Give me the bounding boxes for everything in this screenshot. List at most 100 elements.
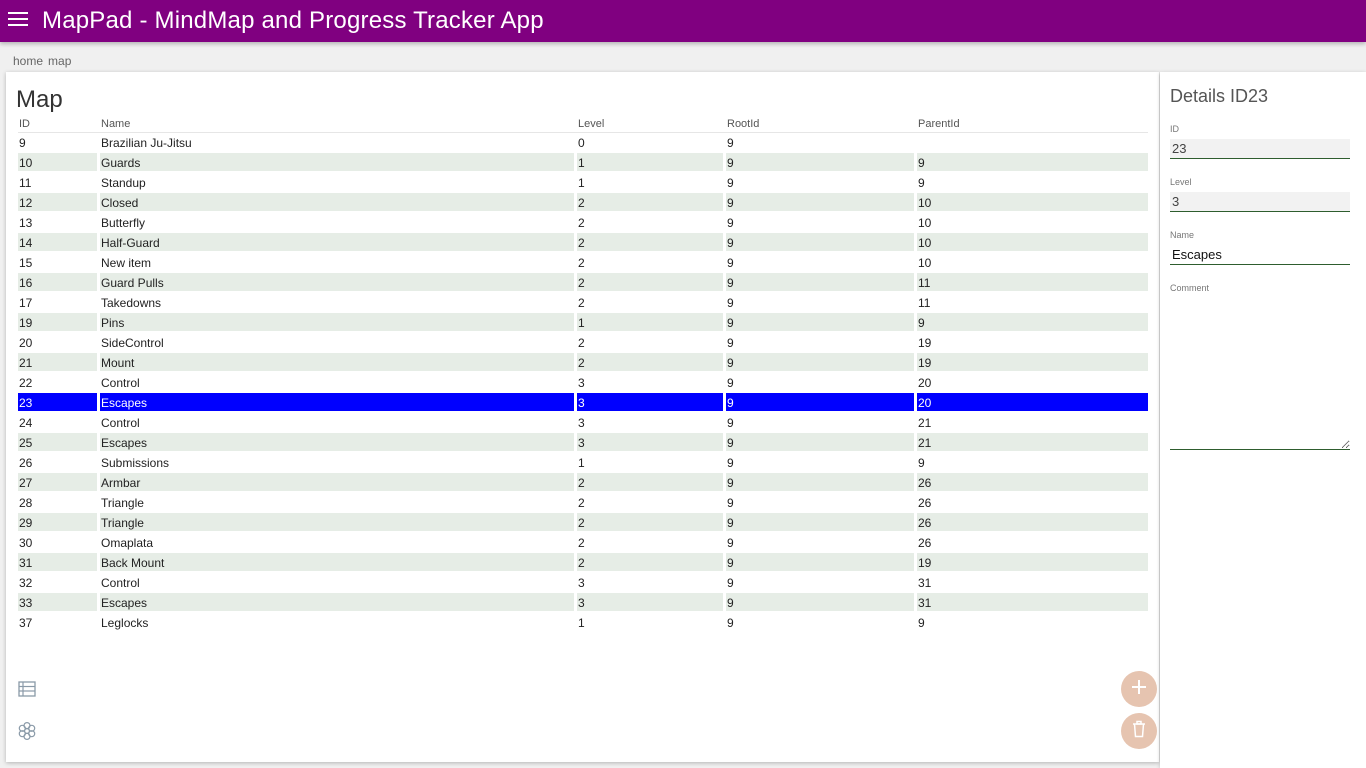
cell-rootid: 9: [726, 553, 917, 573]
cell-parentid: 9: [917, 613, 1148, 633]
table-row[interactable]: 9 Brazilian Ju-Jitsu 0 9: [18, 133, 1148, 153]
cell-parentid: 10: [917, 193, 1148, 213]
table-row[interactable]: 30 Omaplata 2 9 26: [18, 533, 1148, 553]
cell-level: 3: [577, 593, 726, 613]
cell-level: 2: [577, 193, 726, 213]
table-row[interactable]: 26 Submissions 1 9 9: [18, 453, 1148, 473]
cell-parentid: 9: [917, 313, 1148, 333]
cell-name: Mount: [100, 353, 577, 373]
cell-rootid: 9: [726, 213, 917, 233]
cell-name: Control: [100, 373, 577, 393]
cell-rootid: 9: [726, 133, 917, 153]
cell-id: 26: [18, 453, 100, 473]
table-row[interactable]: 20 SideControl 2 9 19: [18, 333, 1148, 353]
table-row[interactable]: 37 Leglocks 1 9 9: [18, 613, 1148, 633]
table-row[interactable]: 10 Guards 1 9 9: [18, 153, 1148, 173]
cell-parentid: 11: [917, 293, 1148, 313]
menu-button[interactable]: [0, 0, 36, 42]
mindmap-view-button[interactable]: [17, 721, 37, 741]
table-row[interactable]: 13 Butterfly 2 9 10: [18, 213, 1148, 233]
column-header-parentid[interactable]: ParentId: [917, 116, 1148, 133]
cell-level: 0: [577, 133, 726, 153]
add-item-button[interactable]: [1121, 671, 1157, 707]
table-row[interactable]: 28 Triangle 2 9 26: [18, 493, 1148, 513]
column-header-level[interactable]: Level: [577, 116, 726, 133]
cell-name: Escapes: [100, 433, 577, 453]
cell-name: Closed: [100, 193, 577, 213]
name-field[interactable]: [1170, 245, 1350, 265]
cell-level: 1: [577, 153, 726, 173]
table-row[interactable]: 22 Control 3 9 20: [18, 373, 1148, 393]
cell-level: 2: [577, 253, 726, 273]
cell-parentid: 9: [917, 453, 1148, 473]
table-row[interactable]: 33 Escapes 3 9 31: [18, 593, 1148, 613]
cell-level: 2: [577, 473, 726, 493]
cell-name: Guards: [100, 153, 577, 173]
column-header-rootid[interactable]: RootId: [726, 116, 917, 133]
cell-level: 2: [577, 273, 726, 293]
table-row[interactable]: 24 Control 3 9 21: [18, 413, 1148, 433]
cell-level: 1: [577, 313, 726, 333]
level-field[interactable]: [1170, 192, 1350, 212]
cell-name: Butterfly: [100, 213, 577, 233]
delete-item-button[interactable]: [1121, 713, 1157, 749]
id-field[interactable]: [1170, 139, 1350, 159]
column-header-id[interactable]: ID: [18, 116, 100, 133]
table-row[interactable]: 29 Triangle 2 9 26: [18, 513, 1148, 533]
trash-icon: [1129, 719, 1149, 744]
cell-name: Standup: [100, 173, 577, 193]
cell-level: 3: [577, 373, 726, 393]
cell-id: 9: [18, 133, 100, 153]
cell-id: 10: [18, 153, 100, 173]
cell-id: 14: [18, 233, 100, 253]
cell-name: Armbar: [100, 473, 577, 493]
cell-parentid: 26: [917, 533, 1148, 553]
table-row[interactable]: 19 Pins 1 9 9: [18, 313, 1148, 333]
table-row[interactable]: 21 Mount 2 9 19: [18, 353, 1148, 373]
table-row[interactable]: 32 Control 3 9 31: [18, 573, 1148, 593]
cell-rootid: 9: [726, 173, 917, 193]
cell-parentid: 19: [917, 353, 1148, 373]
table-row[interactable]: 11 Standup 1 9 9: [18, 173, 1148, 193]
table-row[interactable]: 25 Escapes 3 9 21: [18, 433, 1148, 453]
cell-rootid: 9: [726, 433, 917, 453]
list-view-button[interactable]: [17, 679, 37, 699]
cell-name: Triangle: [100, 513, 577, 533]
cell-rootid: 9: [726, 593, 917, 613]
breadcrumb-map[interactable]: map: [48, 54, 71, 68]
cell-rootid: 9: [726, 233, 917, 253]
cell-parentid: 10: [917, 213, 1148, 233]
cell-id: 22: [18, 373, 100, 393]
table-row[interactable]: 15 New item 2 9 10: [18, 253, 1148, 273]
table-row[interactable]: 14 Half-Guard 2 9 10: [18, 233, 1148, 253]
cell-parentid: 19: [917, 553, 1148, 573]
name-label: Name: [1170, 230, 1195, 240]
breadcrumb-home[interactable]: home: [13, 54, 43, 68]
cell-rootid: 9: [726, 613, 917, 633]
cell-parentid: 11: [917, 273, 1148, 293]
cell-rootid: 9: [726, 193, 917, 213]
cell-parentid: 20: [917, 393, 1148, 413]
table-row[interactable]: 31 Back Mount 2 9 19: [18, 553, 1148, 573]
cell-rootid: 9: [726, 393, 917, 413]
cell-parentid: 26: [917, 473, 1148, 493]
details-panel: Details ID23 ID Level Name Comment: [1160, 72, 1366, 768]
cell-rootid: 9: [726, 293, 917, 313]
table-row[interactable]: 23 Escapes 3 9 20: [18, 393, 1148, 413]
comment-field[interactable]: [1170, 294, 1350, 450]
cell-name: New item: [100, 253, 577, 273]
cell-id: 37: [18, 613, 100, 633]
cell-rootid: 9: [726, 533, 917, 553]
column-header-name[interactable]: Name: [100, 116, 577, 133]
table-row[interactable]: 16 Guard Pulls 2 9 11: [18, 273, 1148, 293]
cell-rootid: 9: [726, 153, 917, 173]
cell-level: 2: [577, 553, 726, 573]
table-row[interactable]: 17 Takedowns 2 9 11: [18, 293, 1148, 313]
table-row[interactable]: 12 Closed 2 9 10: [18, 193, 1148, 213]
cell-id: 16: [18, 273, 100, 293]
cell-parentid: 31: [917, 573, 1148, 593]
cell-level: 1: [577, 173, 726, 193]
cell-name: Guard Pulls: [100, 273, 577, 293]
table-row[interactable]: 27 Armbar 2 9 26: [18, 473, 1148, 493]
cell-parentid: 19: [917, 333, 1148, 353]
